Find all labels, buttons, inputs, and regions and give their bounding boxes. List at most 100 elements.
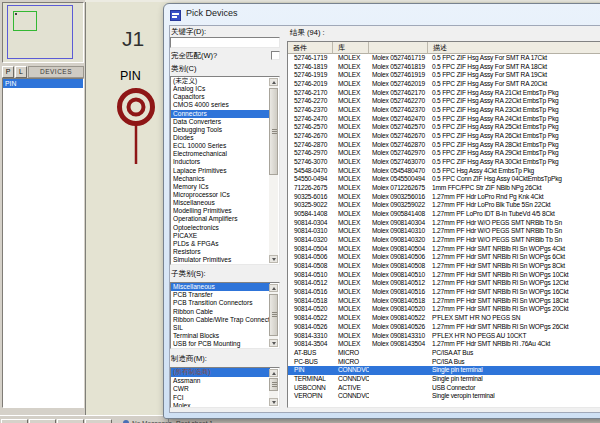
- list-item[interactable]: Inductors: [171, 158, 270, 166]
- table-row[interactable]: 52746-2270MOLEXMolex 05274622700.5 FPC Z…: [288, 97, 600, 106]
- list-item[interactable]: Ribbon Cable: [171, 308, 270, 316]
- list-item[interactable]: FCI: [171, 394, 270, 403]
- list-item[interactable]: Data Converters: [171, 118, 270, 126]
- table-row[interactable]: 71226-2675MOLEXMolex 07122626751mm FFC/F…: [288, 184, 600, 193]
- list-item[interactable]: Miscellaneous: [171, 283, 270, 291]
- table-row[interactable]: TERMINALCONNDVCSingle pin terminal: [288, 375, 600, 384]
- stop-button[interactable]: ■: [85, 419, 112, 423]
- list-item[interactable]: PLDs & FPGAs: [171, 240, 270, 248]
- table-row[interactable]: 90584-1408MOLEXMolex 09058414081.27mm PF…: [288, 210, 600, 219]
- list-item[interactable]: SIL: [171, 324, 270, 332]
- list-item[interactable]: Optoelectronics: [171, 224, 270, 232]
- table-row[interactable]: 52746-2570MOLEXMolex 05274625700.5 FPC Z…: [288, 123, 600, 132]
- category-listbox[interactable]: (未定义)Analog ICsCapacitorsCMOS 4000 serie…: [170, 76, 280, 265]
- object-selector-list[interactable]: PIN: [2, 78, 84, 408]
- scroll-up-icon[interactable]: [269, 284, 278, 292]
- table-row[interactable]: 90814-0518MOLEXMolex 09081405181.27mm PF…: [288, 297, 600, 306]
- table-row[interactable]: 52746-3070MOLEXMolex 05274630700.5 FPC Z…: [288, 158, 600, 167]
- table-row[interactable]: 54548-0470MOLEXMolex 05454804700.5 FPC H…: [288, 167, 600, 176]
- list-item[interactable]: Ribbon Cable/Wire Trap Connectors: [171, 316, 270, 324]
- pick-devices-button[interactable]: P: [2, 66, 14, 78]
- subcategory-scrollbar[interactable]: [269, 284, 278, 347]
- list-item[interactable]: Diodes: [171, 134, 270, 142]
- manufacturer-listbox[interactable]: (所有制造商)AssmannCWRFCIMolex: [170, 367, 280, 408]
- subcategory-listbox[interactable]: MiscellaneousPCB TransferPCB Transition …: [170, 282, 280, 349]
- list-item[interactable]: Mechanics: [171, 175, 270, 183]
- table-row[interactable]: 90814-0526MOLEXMolex 09081405261.27mm PF…: [288, 323, 600, 332]
- play-button[interactable]: ▶: [1, 419, 28, 423]
- scroll-up-icon[interactable]: [269, 78, 278, 86]
- table-row[interactable]: PINCONNDVCSingle pin terminal: [288, 366, 600, 375]
- list-item[interactable]: Microprocessor ICs: [171, 191, 270, 199]
- table-row[interactable]: 90814-0510MOLEXMolex 09081405101.27mm PF…: [288, 271, 600, 280]
- list-item[interactable]: Memory ICs: [171, 183, 270, 191]
- table-row[interactable]: VEROPINCONNDVCSingle veropin terminal: [288, 392, 600, 401]
- list-item[interactable]: Miscellaneous: [171, 199, 270, 207]
- list-item[interactable]: PICAXE: [171, 232, 270, 240]
- table-row[interactable]: 52746-1819MOLEXMolex 05274618190.5 FPC Z…: [288, 63, 600, 72]
- list-item[interactable]: Electromechanical: [171, 150, 270, 158]
- list-item[interactable]: CMOS 4000 series: [171, 101, 270, 109]
- table-row[interactable]: 90325-6016MOLEXMolex 09032560161.27mm PF…: [288, 193, 600, 202]
- table-row[interactable]: 52746-2670MOLEXMolex 05274626700.5 FPC Z…: [288, 132, 600, 141]
- table-row[interactable]: 90814-0320MOLEXMolex 09081403201.27mm PF…: [288, 236, 600, 245]
- manufacturer-scrollbar[interactable]: [269, 369, 278, 406]
- scroll-down-icon[interactable]: [269, 339, 278, 347]
- list-item[interactable]: (未定义): [171, 77, 270, 85]
- list-item[interactable]: ECL 10000 Series: [171, 142, 270, 150]
- list-item[interactable]: CWR: [171, 385, 270, 394]
- table-row[interactable]: PC-BUSMICROPC/ISA Bus: [288, 358, 600, 367]
- list-item[interactable]: Terminal Blocks: [171, 332, 270, 340]
- table-row[interactable]: 90814-0508MOLEXMolex 09081405081.27mm PF…: [288, 262, 600, 271]
- table-row[interactable]: 90814-0516MOLEXMolex 09081405161.27mm PF…: [288, 288, 600, 297]
- table-row[interactable]: 90814-0520MOLEXMolex 09081405201.27mm PF…: [288, 305, 600, 314]
- table-row[interactable]: 90814-0512MOLEXMolex 09081405121.27mm PF…: [288, 279, 600, 288]
- results-table-header[interactable]: 器件 库 描述: [288, 42, 600, 54]
- list-item[interactable]: PCB Transfer: [171, 291, 270, 299]
- list-item[interactable]: Laplace Primitives: [171, 167, 270, 175]
- table-row[interactable]: 52746-1919MOLEXMolex 05274619190.5 FPC Z…: [288, 71, 600, 80]
- table-row[interactable]: 90814-3310MOLEXMolex 0908143310P'FLEX H'…: [288, 332, 600, 341]
- table-row[interactable]: 52746-1719MOLEXMolex 05274617190.5 FPC Z…: [288, 54, 600, 63]
- table-row[interactable]: 52746-2970MOLEXMolex 05274629700.5 FPC Z…: [288, 149, 600, 158]
- list-item[interactable]: Simulator Primitives: [171, 256, 270, 264]
- list-item[interactable]: Debugging Tools: [171, 126, 270, 134]
- list-item[interactable]: Resistors: [171, 248, 270, 256]
- results-table[interactable]: 器件 库 描述 52746-1719MOLEXMolex 05274617190…: [287, 41, 600, 408]
- list-item[interactable]: Assmann: [171, 377, 270, 386]
- list-item[interactable]: Connectors: [171, 110, 270, 118]
- library-button[interactable]: L: [15, 66, 27, 78]
- table-row[interactable]: 52746-2019MOLEXMolex 05274620190.5 FPC Z…: [288, 80, 600, 89]
- list-item[interactable]: Operational Amplifiers: [171, 215, 270, 223]
- table-row[interactable]: 54550-0494MOLEXMolex 05455004940.5 FPC C…: [288, 175, 600, 184]
- table-row[interactable]: 52746-2170MOLEXMolex 05274621700.5 FPC Z…: [288, 89, 600, 98]
- scroll-down-icon[interactable]: [269, 255, 278, 263]
- list-item[interactable]: (所有制造商): [171, 368, 270, 377]
- scroll-up-icon[interactable]: [269, 369, 278, 377]
- table-row[interactable]: 52746-2370MOLEXMolex 05274623700.5 FPC Z…: [288, 106, 600, 115]
- table-row[interactable]: 90814-0504MOLEXMolex 09081405041.27mm PF…: [288, 245, 600, 254]
- table-row[interactable]: 90325-9022MOLEXMolex 09032590221.27mm PF…: [288, 201, 600, 210]
- list-item[interactable]: PIN: [3, 79, 83, 88]
- category-scrollbar[interactable]: [269, 78, 278, 263]
- scrollbar-thumb[interactable]: [269, 294, 278, 336]
- step-button[interactable]: ▶|: [29, 419, 56, 423]
- table-row[interactable]: USBCONNACTIVEUSB Connector: [288, 384, 600, 393]
- table-row[interactable]: 90814-0310MOLEXMolex 09081403101.27mm PF…: [288, 227, 600, 236]
- list-item[interactable]: USB for PCB Mounting: [171, 340, 270, 348]
- list-item[interactable]: PCB Transition Connectors: [171, 299, 270, 307]
- list-item[interactable]: Molex: [171, 402, 270, 408]
- overview-window[interactable]: [2, 2, 84, 63]
- table-row[interactable]: 90814-3504MOLEXMolex 09081435041.27mm PF…: [288, 340, 600, 349]
- match-whole-checkbox[interactable]: [271, 51, 280, 60]
- scroll-down-icon[interactable]: [269, 398, 278, 406]
- table-row[interactable]: 90814-0304MOLEXMolex 09081403041.27mm PF…: [288, 219, 600, 228]
- scrollbar-thumb[interactable]: [269, 378, 278, 391]
- table-row[interactable]: 52746-2870MOLEXMolex 05274628700.5 FPC Z…: [288, 141, 600, 150]
- keyword-input[interactable]: [170, 37, 280, 48]
- table-row[interactable]: AT-BUSMICROPC/ISA AT Bus: [288, 349, 600, 358]
- pause-button[interactable]: ❚❚: [57, 419, 84, 423]
- list-item[interactable]: Modelling Primitives: [171, 207, 270, 215]
- table-row[interactable]: 90814-0522MOLEXMolex 0908140522P'FLEX SM…: [288, 314, 600, 323]
- list-item[interactable]: Capacitors: [171, 93, 270, 101]
